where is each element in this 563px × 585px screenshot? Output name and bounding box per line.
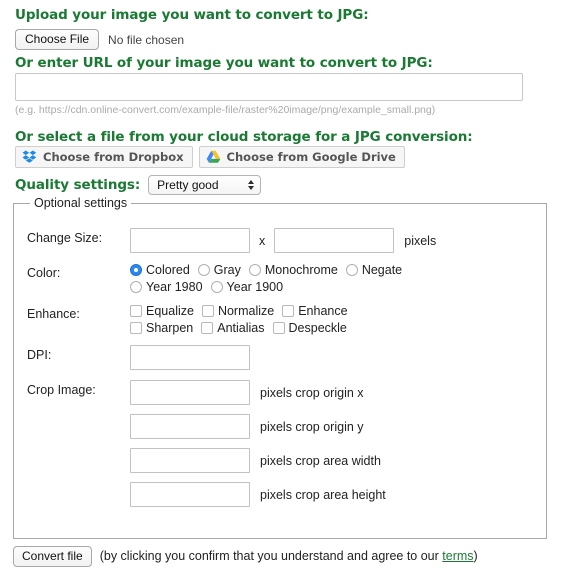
no-file-chosen-label: No file chosen: [108, 32, 185, 47]
radio-option-year-1980[interactable]: Year 1980: [130, 280, 203, 294]
checkbox-option-normalize[interactable]: Normalize: [201, 304, 275, 318]
terms-agreement-prefix: (by clicking you confirm that you unders…: [99, 548, 443, 563]
change-size-height-input[interactable]: [274, 228, 395, 253]
url-heading: Or enter URL of your image you want to c…: [15, 55, 433, 71]
crop-image-row: Crop Image: pixels crop origin x pixels …: [27, 380, 436, 507]
checkbox-sharpen[interactable]: [130, 322, 142, 334]
quality-settings-select[interactable]: Pretty good: [148, 175, 262, 195]
upload-heading: Upload your image you want to convert to…: [15, 7, 369, 23]
checkbox-sharpen-label: Sharpen: [146, 321, 194, 335]
crop-origin-y-line: pixels crop origin y: [130, 414, 386, 439]
checkbox-antialias-label: Antialias: [217, 321, 265, 335]
radio-option-negate[interactable]: Negate: [345, 263, 403, 277]
checkbox-antialias[interactable]: [201, 322, 214, 334]
checkbox-equalize-label: Equalize: [146, 304, 194, 318]
color-options-row-2: Year 1980 Year 1900: [130, 280, 402, 294]
dpi-input[interactable]: [130, 345, 250, 370]
radio-option-year-1900[interactable]: Year 1900: [210, 280, 284, 294]
crop-area-height-line: pixels crop area height: [130, 482, 386, 507]
quality-selected-value: Pretty good: [157, 178, 219, 192]
crop-area-width-input[interactable]: [130, 448, 250, 473]
radio-year-1900[interactable]: [210, 281, 223, 293]
terms-agreement-text: (by clicking you confirm that you unders…: [100, 549, 478, 563]
radio-option-monochrome[interactable]: Monochrome: [248, 263, 338, 277]
radio-gray-label: Gray: [213, 263, 241, 277]
cloud-storage-heading: Or select a file from your cloud storage…: [15, 129, 473, 145]
radio-option-colored[interactable]: Colored: [130, 263, 190, 277]
file-upload-row: Choose File No file chosen: [15, 29, 184, 50]
color-row: Color: Colored Gray Monochrome Negate Ye…: [27, 263, 436, 294]
checkbox-despeckle-label: Despeckle: [288, 321, 347, 335]
enhance-options-row-1: Equalize Normalize Enhance: [130, 304, 348, 318]
crop-area-width-line: pixels crop area width: [130, 448, 386, 473]
checkbox-option-equalize[interactable]: Equalize: [130, 304, 194, 318]
radio-year-1900-label: Year 1900: [226, 280, 284, 294]
crop-image-label: Crop Image:: [27, 383, 96, 397]
change-size-unit-label: pixels: [404, 233, 437, 248]
color-options-row-1: Colored Gray Monochrome Negate: [130, 263, 402, 277]
crop-origin-y-input[interactable]: [130, 414, 250, 439]
optional-settings-legend: Optional settings: [30, 196, 132, 210]
dpi-label: DPI:: [27, 348, 52, 362]
checkbox-equalize[interactable]: [130, 305, 142, 317]
checkbox-option-antialias[interactable]: Antialias: [201, 321, 265, 335]
dpi-row: DPI:: [27, 345, 436, 370]
gdrive-button-label: Choose from Google Drive: [226, 150, 396, 164]
checkbox-normalize[interactable]: [201, 305, 214, 317]
change-size-width-input[interactable]: [130, 228, 250, 253]
optional-settings-fieldset: Optional settings Change Size: x pixels …: [13, 196, 547, 539]
convert-file-button[interactable]: Convert file: [13, 546, 92, 567]
enhance-row: Enhance: Equalize Normalize Enhance Shar…: [27, 304, 436, 335]
crop-origin-x-line: pixels crop origin x: [130, 380, 386, 405]
dropbox-button-label: Choose from Dropbox: [43, 150, 184, 164]
settings-table: Change Size: x pixels Color: Colored Gra…: [27, 228, 436, 517]
enhance-label: Enhance:: [27, 307, 80, 321]
radio-year-1980-label: Year 1980: [146, 280, 203, 294]
checkbox-option-enhance[interactable]: Enhance: [282, 304, 348, 318]
crop-origin-y-unit: pixels crop origin y: [260, 419, 364, 434]
color-label: Color:: [27, 266, 61, 280]
radio-year-1980[interactable]: [130, 281, 142, 293]
quality-settings-label: Quality settings:: [15, 177, 141, 193]
cloud-storage-buttons: Choose from Dropbox Choose from Google D…: [15, 146, 405, 168]
select-stepper-arrows-icon: [248, 180, 255, 190]
radio-option-gray[interactable]: Gray: [197, 263, 241, 277]
google-drive-icon: [206, 150, 221, 164]
checkbox-normalize-label: Normalize: [217, 304, 275, 318]
radio-colored[interactable]: [130, 264, 142, 276]
checkbox-despeckle[interactable]: [272, 322, 285, 334]
choose-from-dropbox-button[interactable]: Choose from Dropbox: [15, 146, 193, 168]
choose-from-google-drive-button[interactable]: Choose from Google Drive: [198, 146, 405, 168]
checkbox-enhance[interactable]: [282, 305, 295, 317]
checkbox-option-sharpen[interactable]: Sharpen: [130, 321, 193, 335]
terms-agreement-suffix: ): [473, 548, 478, 563]
crop-area-width-unit: pixels crop area width: [260, 453, 381, 468]
radio-monochrome-label: Monochrome: [264, 263, 338, 277]
size-separator: x: [259, 233, 266, 248]
crop-origin-x-input[interactable]: [130, 380, 250, 405]
crop-origin-x-unit: pixels crop origin x: [260, 385, 364, 400]
radio-monochrome[interactable]: [248, 264, 261, 276]
radio-gray[interactable]: [197, 264, 210, 276]
radio-colored-label: Colored: [146, 263, 190, 277]
enhance-options-row-2: Sharpen Antialias Despeckle: [130, 321, 348, 335]
change-size-label: Change Size:: [27, 231, 103, 245]
quality-settings-row: Quality settings: Pretty good: [15, 175, 262, 195]
terms-link[interactable]: terms: [442, 549, 473, 563]
form-footer: Convert file (by clicking you confirm tha…: [13, 546, 533, 567]
checkbox-enhance-label: Enhance: [298, 304, 348, 318]
crop-area-height-unit: pixels crop area height: [260, 487, 386, 502]
radio-negate-label: Negate: [361, 263, 403, 277]
crop-area-height-input[interactable]: [130, 482, 250, 507]
checkbox-option-despeckle[interactable]: Despeckle: [272, 321, 347, 335]
url-input[interactable]: [15, 73, 523, 101]
radio-negate[interactable]: [345, 264, 358, 276]
dropbox-icon: [22, 150, 37, 164]
url-example-hint: (e.g. https://cdn.online-convert.com/exa…: [15, 104, 436, 116]
choose-file-button[interactable]: Choose File: [15, 29, 100, 50]
change-size-row: Change Size: x pixels: [27, 228, 436, 253]
